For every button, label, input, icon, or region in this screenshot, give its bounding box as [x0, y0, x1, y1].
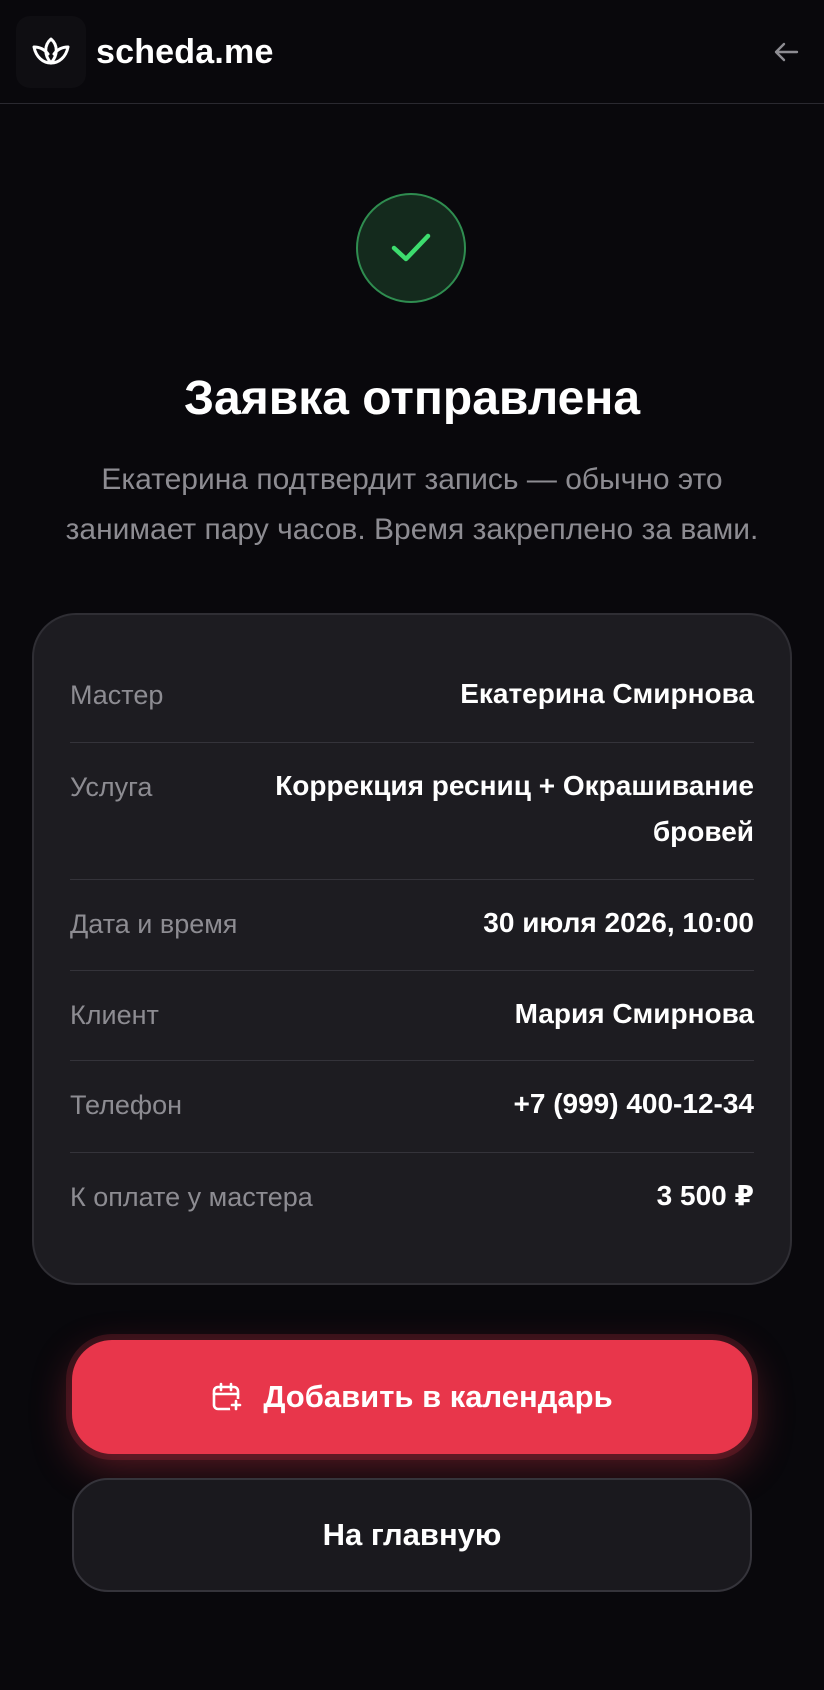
top-bar: scheda.me	[0, 0, 824, 104]
detail-row-client: Клиент Мария Смирнова	[70, 971, 754, 1061]
detail-value: Екатерина Смирнова	[460, 678, 754, 709]
detail-value: Мария Смирнова	[514, 998, 754, 1029]
brand-name: scheda.me	[96, 32, 274, 71]
calendar-plus-icon	[213, 1382, 243, 1411]
page-subtitle: Екатерина подтвердит запись — обычно это…	[65, 463, 759, 546]
detail-label: Мастер	[70, 680, 164, 710]
arrow-left-icon	[774, 42, 799, 62]
success-badge	[356, 193, 466, 303]
detail-label: Услуга	[70, 772, 153, 802]
add-to-calendar-button[interactable]: Добавить в календарь	[72, 1340, 752, 1454]
booking-details-card: Мастер Екатерина Смирнова Услуга Коррекц…	[32, 613, 792, 1285]
lotus-icon	[16, 16, 86, 88]
go-home-button[interactable]: На главную	[72, 1478, 752, 1592]
detail-label: Клиент	[70, 1000, 159, 1030]
detail-row-service: Услуга Коррекция ресниц + Окрашивание бр…	[70, 743, 754, 880]
detail-label: Дата и время	[70, 909, 238, 939]
back-button[interactable]	[766, 32, 806, 72]
detail-label: Телефон	[70, 1090, 183, 1120]
check-icon	[391, 233, 431, 262]
detail-row-payment: К оплате у мастера 3 500 ₽	[70, 1153, 754, 1245]
detail-row-datetime: Дата и время 30 июля 2026, 10:00	[70, 880, 754, 971]
detail-row-phone: Телефон +7 (999) 400-12-34	[70, 1061, 754, 1153]
page-title: Заявка отправлена	[183, 372, 641, 425]
detail-value: +7 (999) 400-12-34	[513, 1088, 754, 1119]
add-to-calendar-label: Добавить в календарь	[263, 1379, 613, 1414]
detail-row-master: Мастер Екатерина Смирнова	[70, 651, 754, 743]
detail-label: К оплате у мастера	[70, 1182, 313, 1212]
go-home-label: На главную	[322, 1517, 502, 1552]
detail-value: 3 500 ₽	[656, 1180, 754, 1211]
detail-value: Коррекция ресниц + Окрашивание бровей	[275, 770, 754, 847]
detail-value: 30 июля 2026, 10:00	[483, 907, 754, 938]
brand[interactable]: scheda.me	[16, 16, 274, 88]
